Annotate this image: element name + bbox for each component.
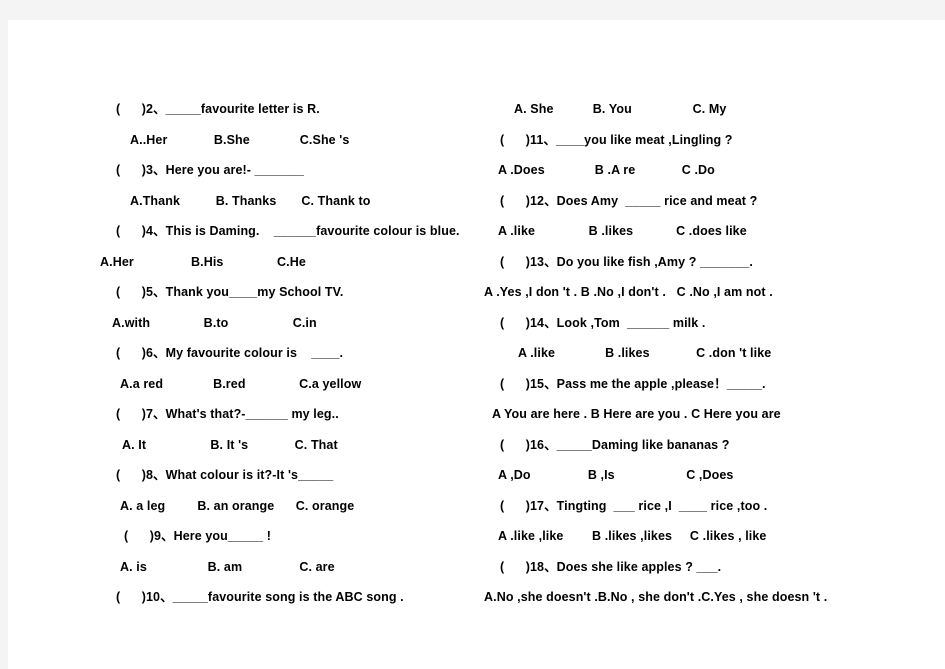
left-options-q2a: A..Her B.She C.She 's	[130, 132, 350, 147]
left-question-q9: ( )9、Here you_____ !	[124, 529, 272, 543]
right-options-q17a: A .like ,like B .likes ,likes C .likes ,…	[498, 529, 767, 543]
two-column-layout: ( )2、_____favourite letter is R. A..Her B…	[8, 20, 945, 669]
left-question-q10: ( )10、_____favourite song is the ABC son…	[116, 590, 404, 604]
right-question-column: A. She B. You C. My ( )11、____you like me…	[484, 94, 884, 613]
left-question-q7: ( )7、What's that?-______ my leg..	[116, 407, 339, 421]
right-options-q15a: A You are here . B Here are you . C Here…	[492, 407, 781, 421]
left-options-q8a: A. a leg B. an orange C. orange	[120, 498, 355, 513]
right-options-q10a: A. She B. You C. My	[514, 102, 727, 116]
left-question-q3: ( )3、Here you are!- _______	[116, 163, 305, 177]
left-question-q8: ( )8、What colour is it?-It 's_____	[116, 468, 334, 482]
right-question-q12: ( )12、Does Amy _____ rice and meat ?	[500, 193, 758, 208]
left-question-q6: ( )6、My favourite colour is ____.	[116, 346, 344, 360]
left-question-column: ( )2、_____favourite letter is R. A..Her B…	[100, 94, 500, 613]
right-question-q17: ( )17、Tingting ___ rice ,I ____ rice ,to…	[500, 498, 768, 513]
left-options-q7a: A. It B. It 's C. That	[122, 437, 338, 452]
right-options-q16a: A ,Do B ,Is C ,Does	[498, 468, 734, 482]
right-options-q11a: A .Does B .A re C .Do	[498, 163, 715, 177]
right-question-q13: ( )13、Do you like fish ,Amy ? _______.	[500, 254, 753, 269]
right-options-q13a: A .Yes ,I don 't . B .No ,I don't . C .N…	[484, 285, 773, 299]
left-options-q4a: A.Her B.His C.He	[100, 254, 306, 269]
right-options-q12a: A .like B .likes C .does like	[498, 224, 747, 238]
left-options-q9a: A. is B. am C. are	[120, 559, 335, 574]
right-question-q18: ( )18、Does she like apples ? ___.	[500, 559, 722, 574]
left-question-q5: ( )5、Thank you____my School TV.	[116, 285, 344, 299]
right-options-q14a: A .like B .likes C .don 't like	[518, 346, 772, 360]
right-options-q18a: A.No ,she doesn't .B.No , she don't .C.Y…	[484, 590, 828, 604]
left-options-q5a: A.with B.to C.in	[112, 315, 317, 330]
right-question-q16: ( )16、_____Daming like bananas ?	[500, 437, 730, 452]
left-options-q3a: A.Thank B. Thanks C. Thank to	[130, 193, 371, 208]
left-question-q4: ( )4、This is Daming. ______favourite col…	[116, 224, 460, 238]
left-options-q6a: A.a red B.red C.a yellow	[120, 376, 362, 391]
worksheet-page: ( )2、_____favourite letter is R. A..Her B…	[8, 20, 945, 669]
left-question-q2: ( )2、_____favourite letter is R.	[116, 102, 320, 116]
right-question-q15: ( )15、Pass me the apple ,please！_____.	[500, 376, 766, 391]
right-question-q14: ( )14、Look ,Tom ______ milk .	[500, 315, 706, 330]
right-question-q11: ( )11、____you like meat ,Lingling ?	[500, 132, 733, 147]
